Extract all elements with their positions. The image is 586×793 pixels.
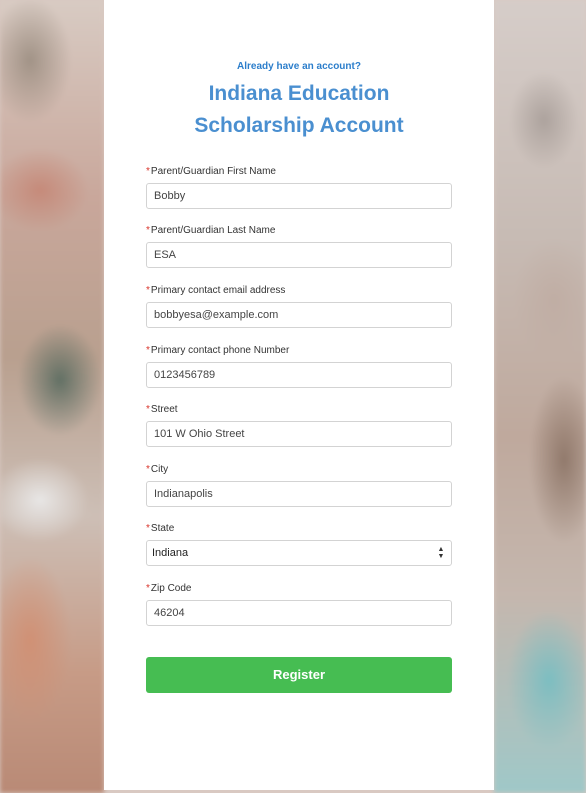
state-group: *State Indiana ▲ ▼ bbox=[146, 522, 452, 566]
page-title: Indiana Education Scholarship Account bbox=[104, 78, 494, 142]
required-marker: * bbox=[146, 523, 150, 534]
first-name-group: *Parent/Guardian First Name Bobby bbox=[146, 165, 452, 209]
email-input[interactable]: bobbyesa@example.com bbox=[146, 302, 452, 328]
required-marker: * bbox=[146, 166, 150, 177]
city-group: *City Indianapolis bbox=[146, 463, 452, 507]
registration-card: Already have an account? Indiana Educati… bbox=[104, 0, 494, 790]
zip-input[interactable]: 46204 bbox=[146, 600, 452, 626]
phone-label: *Primary contact phone Number bbox=[146, 345, 290, 356]
required-marker: * bbox=[146, 464, 150, 475]
required-marker: * bbox=[146, 583, 150, 594]
state-select-value: Indiana bbox=[152, 547, 189, 559]
required-marker: * bbox=[146, 285, 150, 296]
last-name-label: *Parent/Guardian Last Name bbox=[146, 225, 276, 236]
city-input[interactable]: Indianapolis bbox=[146, 481, 452, 507]
city-label: *City bbox=[146, 464, 169, 475]
background-right bbox=[494, 0, 586, 793]
email-group: *Primary contact email address bobbyesa@… bbox=[146, 284, 452, 328]
phone-group: *Primary contact phone Number 0123456789 bbox=[146, 344, 452, 388]
last-name-group: *Parent/Guardian Last Name ESA bbox=[146, 224, 452, 268]
phone-input[interactable]: 0123456789 bbox=[146, 362, 452, 388]
register-button[interactable]: Register bbox=[146, 657, 452, 693]
first-name-label: *Parent/Guardian First Name bbox=[146, 166, 276, 177]
zip-group: *Zip Code 46204 bbox=[146, 582, 452, 626]
zip-label: *Zip Code bbox=[146, 583, 192, 594]
required-marker: * bbox=[146, 404, 150, 415]
street-input[interactable]: 101 W Ohio Street bbox=[146, 421, 452, 447]
state-select[interactable]: Indiana ▲ ▼ bbox=[146, 540, 452, 566]
required-marker: * bbox=[146, 225, 150, 236]
email-label: *Primary contact email address bbox=[146, 285, 286, 296]
street-label: *Street bbox=[146, 404, 178, 415]
required-marker: * bbox=[146, 345, 150, 356]
last-name-input[interactable]: ESA bbox=[146, 242, 452, 268]
select-updown-arrows-icon: ▲ ▼ bbox=[437, 546, 445, 560]
first-name-input[interactable]: Bobby bbox=[146, 183, 452, 209]
page-title-line-2: Scholarship Account bbox=[194, 114, 404, 137]
street-group: *Street 101 W Ohio Street bbox=[146, 403, 452, 447]
page-title-line-1: Indiana Education bbox=[208, 82, 390, 105]
state-label: *State bbox=[146, 523, 175, 534]
background-left bbox=[0, 0, 104, 793]
already-have-account-link[interactable]: Already have an account? bbox=[104, 61, 494, 72]
